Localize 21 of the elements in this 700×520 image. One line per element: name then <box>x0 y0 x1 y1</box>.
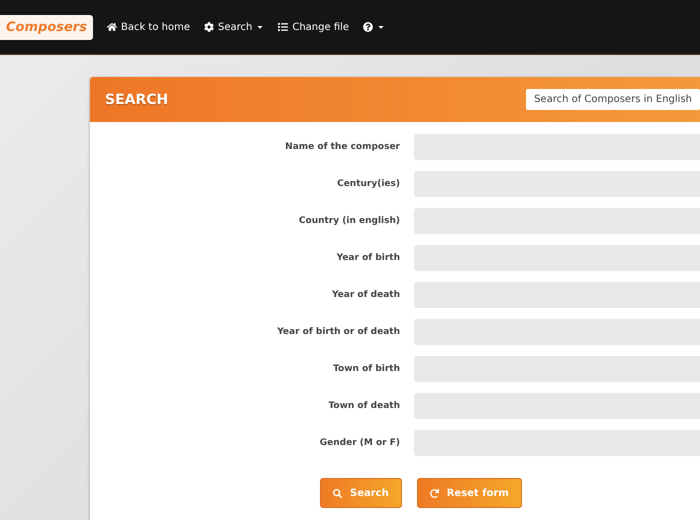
field-label: Gender (M or F) <box>318 438 400 448</box>
gear-icon <box>204 22 214 32</box>
field-label: Name of the composer <box>284 142 400 152</box>
field-label: Year of birth or of death <box>276 327 400 337</box>
home-icon <box>106 22 117 32</box>
field-label: Town of birth <box>332 364 400 374</box>
help-icon <box>363 22 374 32</box>
field-label: Century(ies) <box>336 179 400 189</box>
field-label: Country (in english) <box>298 216 400 226</box>
field-label: Town of death <box>327 401 400 411</box>
field-label: Year of birth <box>336 253 400 263</box>
language-select[interactable]: Search of Composers in English <box>526 89 700 110</box>
help-menu[interactable] <box>363 22 386 32</box>
nav-link[interactable]: Change file <box>278 22 350 32</box>
nav-link[interactable]: Search <box>204 22 264 32</box>
panel-title: SEARCH <box>105 92 168 108</box>
field-label: Year of death <box>330 290 400 300</box>
list-icon <box>278 22 288 32</box>
nav-link[interactable]: Back to home <box>106 22 190 32</box>
refresh-icon <box>430 488 439 498</box>
search-icon <box>333 488 342 498</box>
